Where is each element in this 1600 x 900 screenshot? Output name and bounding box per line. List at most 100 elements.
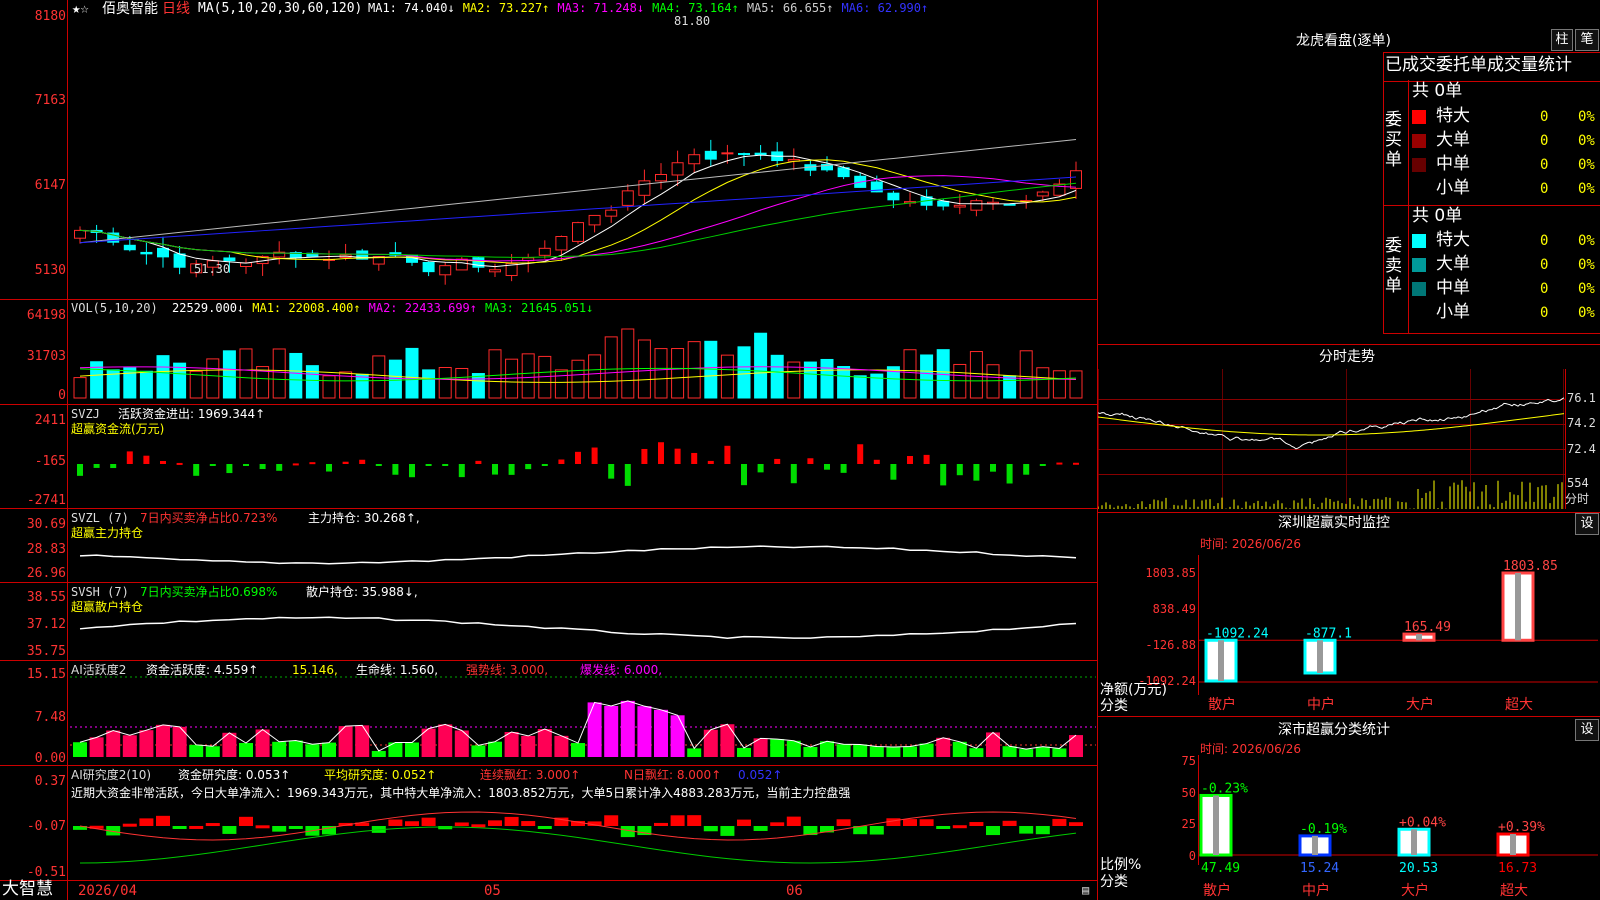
activity-bar [853,744,868,757]
svzl-title: SVZL (7) [71,511,129,525]
activity-bar [919,743,934,757]
ma-line [79,175,1077,262]
candle-body [1003,203,1016,206]
candle-body [555,236,568,251]
sell-label: 委卖单 [1385,236,1402,296]
research-bar [720,826,735,836]
fund-flow-bar [458,464,465,478]
activity-bar [239,743,253,757]
activity-bar [172,726,187,757]
fund-flow-bar [873,459,880,464]
activity-bar [488,741,502,757]
sz-monitor-ylabel: 净额(万元) [1100,682,1167,698]
lock-icon[interactable]: ▤ [1082,884,1089,897]
ai-research-title: AI研究度2(10) [71,768,152,782]
stats-category-label: 散户 [1203,882,1231,899]
activity-bar [156,724,170,757]
fund-flow-bar [940,464,947,486]
high-price-label: 81.80 [674,14,711,28]
candle-body [721,152,734,155]
dragon-tabs[interactable]: 已成交委托单成交量统计 [1385,56,1572,75]
fund-flow-bar [525,464,532,470]
candle-body [704,150,717,160]
research-bar [504,816,519,826]
fund-flow-bar [359,459,366,464]
sz-monitor-xlabel: 分类 [1100,698,1128,714]
volume-bar [73,377,87,399]
sz-stats-xlabel: 分类 [1100,874,1128,890]
order-count: 0 [1540,257,1549,273]
ai-research-v1: 资金研究度: 0.053↑ [178,768,291,782]
volume-bar [770,354,784,399]
sz-stats-settings-button[interactable]: 设 [1575,719,1599,741]
svsh-ratio: 7日内买卖净占比0.698% [140,585,278,599]
legend-swatch [1412,282,1426,296]
candle-body [588,214,601,226]
monitor-bar-shade [1317,640,1323,673]
order-count: 0 [1540,157,1549,173]
retail-holding-line [79,616,1077,640]
ai-research-v5: 0.052↑ [738,768,783,782]
stats-value-label: 20.53 [1399,861,1438,876]
fund-flow-bar [226,464,233,474]
fund-flow-bar [674,448,681,464]
ma-line [79,159,1077,264]
volume-bar [422,369,436,399]
ai-research-axis-tick: 0.37 [34,774,66,789]
volume-bar [986,364,1000,399]
fund-flow-bar [990,464,996,472]
research-bar [454,822,469,826]
ai-active-v2: 15.146, [292,663,338,677]
fund-flow-bar [1023,464,1030,475]
volume-bar [969,351,983,399]
svsh-subtitle: 超赢散户持仓 [71,600,144,614]
candle-body [489,269,501,273]
volume-bar [1052,370,1066,399]
candle-body [223,257,236,262]
fund-flow-bar [475,460,482,464]
activity-bar [637,706,652,757]
order-percent: 0% [1578,109,1595,125]
svzj-value: 活跃资金进出: 1969.344↑ [118,407,266,421]
order-count: 0 [1540,181,1549,197]
activity-bar [720,724,735,757]
activity-bar [272,741,287,757]
pen-mode-button[interactable]: 笔 [1575,29,1599,51]
buy-total: 共 0单 [1412,81,1463,101]
activity-bar [869,746,884,757]
candle-body [439,265,452,276]
research-bar [405,821,419,826]
kline-chart-area[interactable] [0,0,1098,900]
volume-bar [355,373,369,399]
legend-swatch [1412,134,1426,148]
intraday-chart[interactable] [1098,369,1600,519]
activity-bar [737,747,751,757]
activity-bar [305,744,320,757]
intraday-tick: 72.4 [1567,442,1596,456]
candle-body [937,200,950,207]
research-bar [139,818,154,826]
monitor-value-label: 1803.85 [1503,559,1558,574]
volume-bar [920,354,934,399]
app-name[interactable]: 大智慧 [2,880,53,899]
volume-bar [438,366,452,399]
svzl-subtitle: 超赢主力持仓 [71,526,144,540]
activity-bar [670,715,685,757]
svsh-axis-tick: 38.55 [26,590,66,605]
period-label[interactable]: 日线 [162,1,190,17]
candle-body [140,251,153,255]
star-icon[interactable]: ★☆ [72,1,89,17]
order-percent: 0% [1578,281,1595,297]
fund-flow-bar [741,464,747,486]
fund-flow-bar [757,464,764,473]
fund-flow-bar [824,464,830,470]
month-label: 06 [786,883,803,899]
research-bar [205,823,220,827]
activity-bar [571,743,585,757]
activity-bar [687,748,702,757]
legend-swatch [1412,306,1426,320]
sz-monitor-settings-button[interactable]: 设 [1575,513,1599,535]
bar-mode-button[interactable]: 柱 [1551,29,1573,51]
activity-bar [205,746,220,757]
ai-active-axis-tick: 0.00 [34,751,66,766]
